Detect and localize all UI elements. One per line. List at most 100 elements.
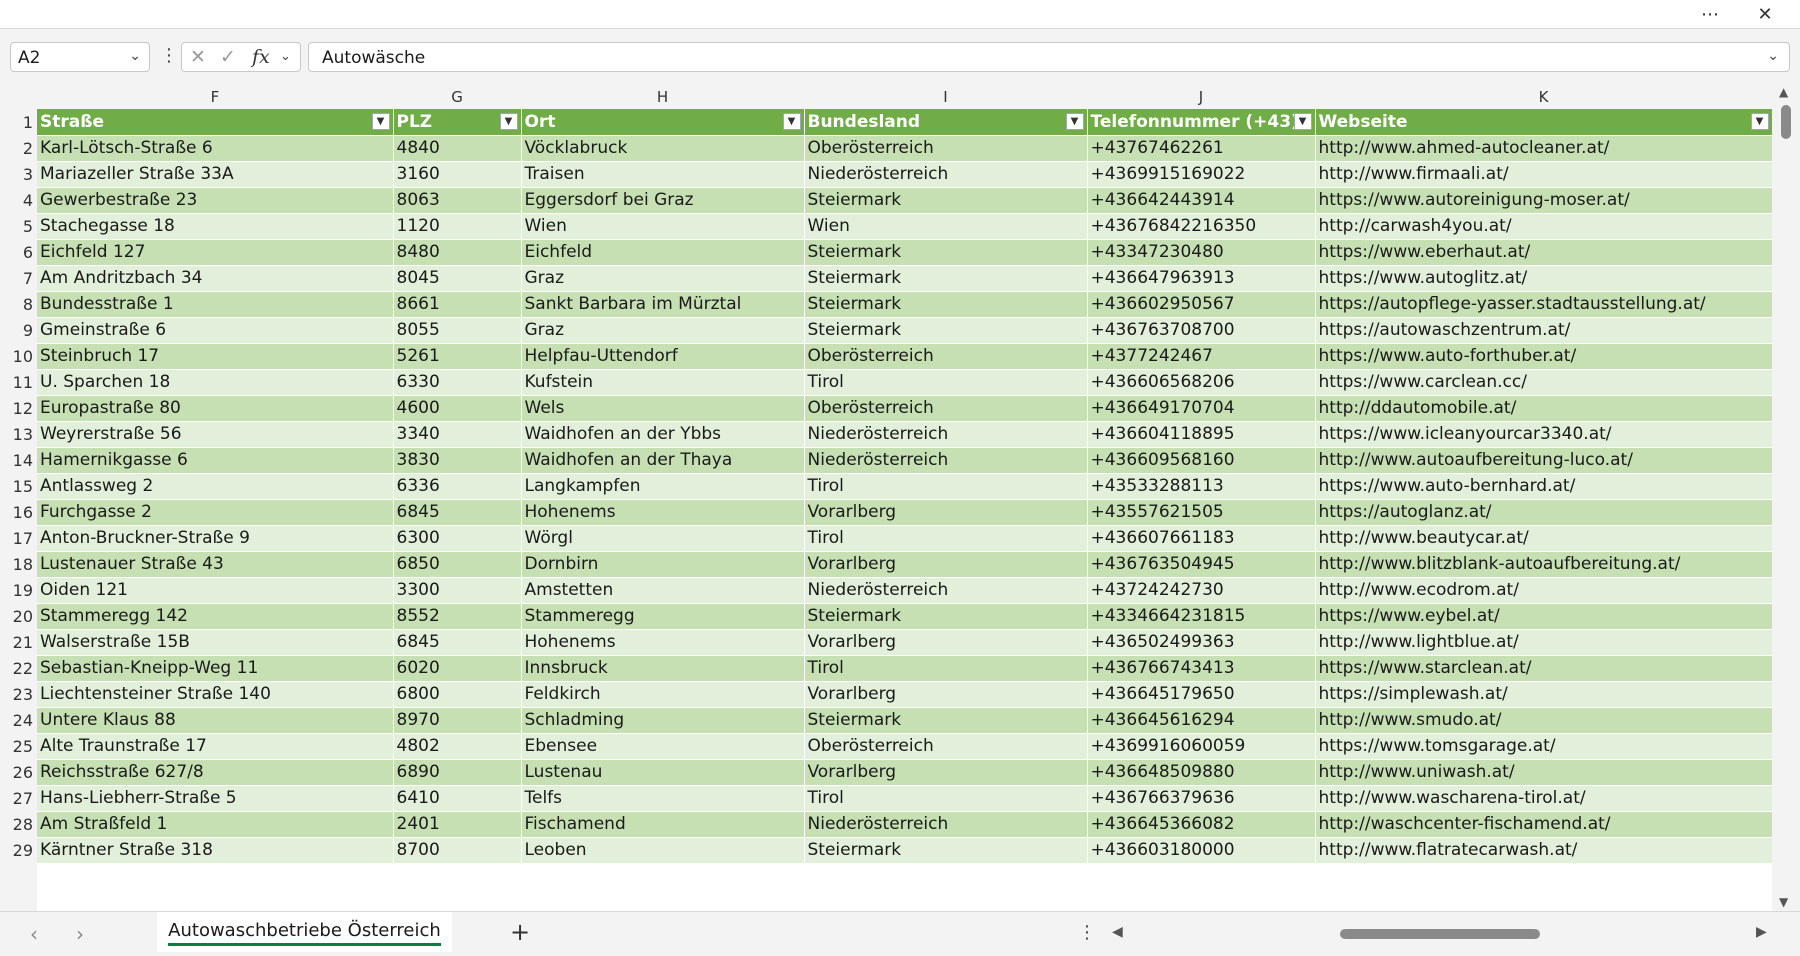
row-header[interactable]: 23 bbox=[0, 681, 33, 708]
scroll-right-icon[interactable]: ▶ bbox=[1756, 924, 1767, 940]
table-cell[interactable]: http://www.flatratecarwash.at/ bbox=[1315, 837, 1773, 864]
table-cell[interactable]: http://www.lightblue.at/ bbox=[1315, 629, 1773, 656]
table-cell[interactable]: +436502499363 bbox=[1087, 629, 1316, 656]
table-cell[interactable]: Waidhofen an der Ybbs bbox=[521, 421, 805, 448]
table-cell[interactable]: http://www.beautycar.at/ bbox=[1315, 525, 1773, 552]
row-header[interactable]: 5 bbox=[0, 213, 33, 240]
formula-bar[interactable]: Autowäsche ⌄ bbox=[308, 42, 1790, 72]
table-cell[interactable]: Stammeregg 142 bbox=[37, 603, 394, 630]
table-cell[interactable]: +43533288113 bbox=[1087, 473, 1316, 500]
row-header[interactable]: 6 bbox=[0, 239, 33, 266]
sheet-tab-active[interactable]: Autowaschbetriebe Österreich bbox=[157, 912, 452, 952]
table-cell[interactable]: Steiermark bbox=[804, 239, 1088, 266]
column-header-f[interactable]: F bbox=[37, 83, 393, 109]
table-cell[interactable]: 6845 bbox=[393, 499, 522, 526]
table-cell[interactable]: Feldkirch bbox=[521, 681, 805, 708]
table-cell[interactable]: Steiermark bbox=[804, 837, 1088, 864]
column-header-k[interactable]: K bbox=[1315, 83, 1772, 109]
row-header[interactable]: 9 bbox=[0, 317, 33, 344]
row-header[interactable]: 8 bbox=[0, 291, 33, 318]
row-header[interactable]: 24 bbox=[0, 707, 33, 734]
table-cell[interactable]: Vorarlberg bbox=[804, 551, 1088, 578]
chevron-down-icon[interactable]: ⌄ bbox=[129, 48, 141, 64]
cancel-icon[interactable]: ✕ bbox=[190, 46, 206, 68]
table-cell[interactable]: Tirol bbox=[804, 655, 1088, 682]
table-cell[interactable]: Eichfeld bbox=[521, 239, 805, 266]
table-cell[interactable]: +43676842216350 bbox=[1087, 213, 1316, 240]
chevron-down-icon[interactable]: ⌄ bbox=[280, 49, 291, 64]
column-header-i[interactable]: I bbox=[804, 83, 1087, 109]
table-cell[interactable]: +436603180000 bbox=[1087, 837, 1316, 864]
filter-dropdown-icon[interactable]: ▼ bbox=[1065, 113, 1084, 130]
column-header-h[interactable]: H bbox=[521, 83, 804, 109]
horizontal-scroll-thumb[interactable] bbox=[1340, 929, 1540, 939]
vertical-dots-icon[interactable]: ⋮ bbox=[1078, 922, 1096, 943]
table-cell[interactable]: 8552 bbox=[393, 603, 522, 630]
table-cell[interactable]: Telfs bbox=[521, 785, 805, 812]
table-cell[interactable]: https://www.auto-forthuber.at/ bbox=[1315, 343, 1773, 370]
table-cell[interactable]: http://www.uniwash.at/ bbox=[1315, 759, 1773, 786]
table-cell[interactable]: https://www.autoglitz.at/ bbox=[1315, 265, 1773, 292]
table-cell[interactable]: +43767462261 bbox=[1087, 135, 1316, 162]
table-cell[interactable]: http://www.autoaufbereitung-luco.at/ bbox=[1315, 447, 1773, 474]
table-cell[interactable]: https://www.starclean.at/ bbox=[1315, 655, 1773, 682]
table-cell[interactable]: Lustenauer Straße 43 bbox=[37, 551, 394, 578]
table-cell[interactable]: +436647963913 bbox=[1087, 265, 1316, 292]
table-cell[interactable]: Liechtensteiner Straße 140 bbox=[37, 681, 394, 708]
table-cell[interactable]: 1120 bbox=[393, 213, 522, 240]
table-cell[interactable]: 5261 bbox=[393, 343, 522, 370]
table-cell[interactable]: Lustenau bbox=[521, 759, 805, 786]
table-cell[interactable]: Steiermark bbox=[804, 265, 1088, 292]
table-cell[interactable]: Steiermark bbox=[804, 291, 1088, 318]
header-cell[interactable]: Bundesland ▼ bbox=[804, 109, 1088, 136]
table-cell[interactable]: 4840 bbox=[393, 135, 522, 162]
table-cell[interactable]: Oiden 121 bbox=[37, 577, 394, 604]
chevron-right-icon[interactable]: › bbox=[76, 922, 84, 946]
table-cell[interactable]: Alte Traunstraße 17 bbox=[37, 733, 394, 760]
table-cell[interactable]: 6336 bbox=[393, 473, 522, 500]
table-cell[interactable]: Walserstraße 15B bbox=[37, 629, 394, 656]
table-cell[interactable]: +436766379636 bbox=[1087, 785, 1316, 812]
row-header[interactable]: 3 bbox=[0, 161, 33, 188]
table-cell[interactable]: Stachegasse 18 bbox=[37, 213, 394, 240]
table-cell[interactable]: Gewerbestraße 23 bbox=[37, 187, 394, 214]
table-cell[interactable]: Untere Klaus 88 bbox=[37, 707, 394, 734]
table-cell[interactable]: 2401 bbox=[393, 811, 522, 838]
table-cell[interactable]: Wörgl bbox=[521, 525, 805, 552]
scroll-left-icon[interactable]: ◀ bbox=[1112, 924, 1123, 940]
table-cell[interactable]: https://www.carclean.cc/ bbox=[1315, 369, 1773, 396]
table-cell[interactable]: U. Sparchen 18 bbox=[37, 369, 394, 396]
table-cell[interactable]: Tirol bbox=[804, 369, 1088, 396]
row-header[interactable]: 4 bbox=[0, 187, 33, 214]
table-cell[interactable]: http://www.firmaali.at/ bbox=[1315, 161, 1773, 188]
header-cell[interactable]: Ort ▼ bbox=[521, 109, 805, 136]
table-cell[interactable]: https://autopflege-yasser.stadtausstellu… bbox=[1315, 291, 1773, 318]
header-cell[interactable]: Straße ▼ bbox=[37, 109, 394, 136]
table-cell[interactable]: 4802 bbox=[393, 733, 522, 760]
table-cell[interactable]: Karl-Lötsch-Straße 6 bbox=[37, 135, 394, 162]
table-cell[interactable]: Kufstein bbox=[521, 369, 805, 396]
table-cell[interactable]: Hohenems bbox=[521, 629, 805, 656]
table-cell[interactable]: http://www.wascharena-tirol.at/ bbox=[1315, 785, 1773, 812]
table-cell[interactable]: https://autowaschzentrum.at/ bbox=[1315, 317, 1773, 344]
table-cell[interactable]: +436763504945 bbox=[1087, 551, 1316, 578]
data-table[interactable]: Straße ▼ PLZ ▼ Ort ▼ Bundesland ▼ Telefonnum… bbox=[37, 109, 1773, 864]
table-cell[interactable]: https://www.autoreinigung-moser.at/ bbox=[1315, 187, 1773, 214]
table-cell[interactable]: Graz bbox=[521, 317, 805, 344]
row-header[interactable]: 10 bbox=[0, 343, 33, 370]
filter-dropdown-icon[interactable]: ▼ bbox=[782, 113, 801, 130]
table-cell[interactable]: +436645179650 bbox=[1087, 681, 1316, 708]
table-cell[interactable]: +436606568206 bbox=[1087, 369, 1316, 396]
table-cell[interactable]: Steiermark bbox=[804, 317, 1088, 344]
table-cell[interactable]: Bundesstraße 1 bbox=[37, 291, 394, 318]
table-cell[interactable]: +4334664231815 bbox=[1087, 603, 1316, 630]
table-cell[interactable]: 6890 bbox=[393, 759, 522, 786]
table-cell[interactable]: Furchgasse 2 bbox=[37, 499, 394, 526]
header-cell[interactable]: PLZ ▼ bbox=[393, 109, 522, 136]
table-cell[interactable]: Niederösterreich bbox=[804, 421, 1088, 448]
row-header[interactable]: 26 bbox=[0, 759, 33, 786]
row-header[interactable]: 15 bbox=[0, 473, 33, 500]
table-cell[interactable]: Steiermark bbox=[804, 603, 1088, 630]
table-cell[interactable]: 6330 bbox=[393, 369, 522, 396]
table-cell[interactable]: +4377242467 bbox=[1087, 343, 1316, 370]
